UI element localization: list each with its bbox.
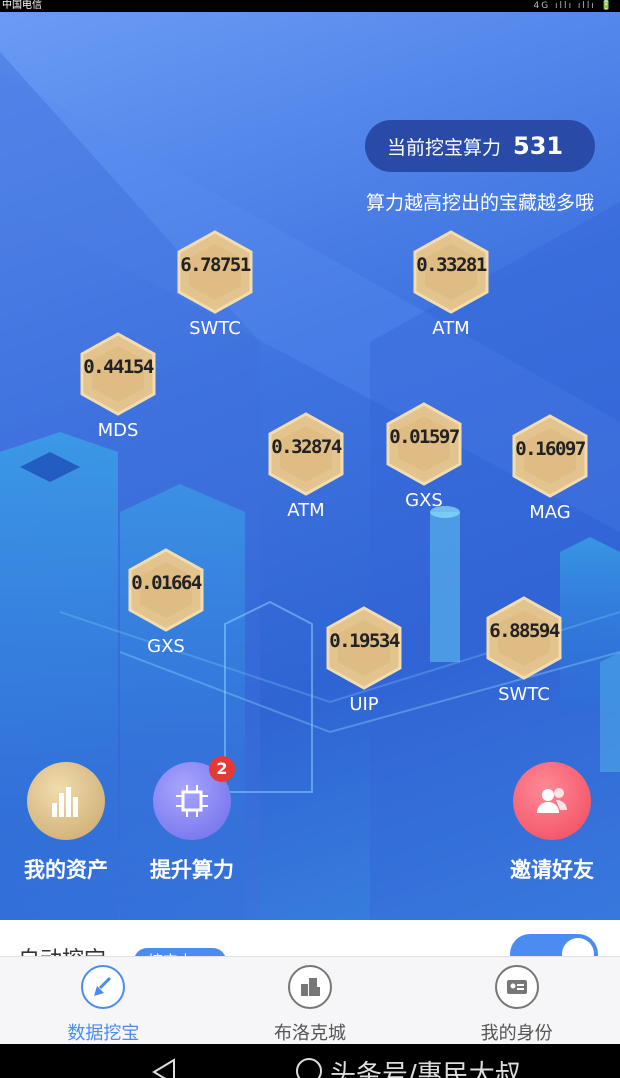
coin-amount: 0.16097 <box>515 438 586 460</box>
coin-swtc[interactable]: 6.78751 SWTC <box>175 230 255 339</box>
coin-name: SWTC <box>498 684 550 705</box>
tab-label: 我的身份 <box>480 1023 553 1044</box>
id-card-icon <box>494 965 539 1009</box>
mining-scene: 当前挖宝算力 531 算力越高挖出的宝藏越多哦 6.78751 SWTC 0.3… <box>0 12 620 920</box>
auto-mining-row: 自动挖宝 挖宝中 <box>0 920 620 960</box>
app-screen: 中国电信 4G ıllı ıllı 🔋 当前挖宝算力 531 算力越高挖出的宝藏… <box>0 0 620 1078</box>
power-hint: 算力越高挖出的宝藏越多哦 <box>365 192 594 214</box>
coin-amount: 6.88594 <box>489 620 560 642</box>
coin-amount: 0.32874 <box>271 436 342 458</box>
users-icon <box>513 762 591 840</box>
home-circle-icon[interactable] <box>296 1058 322 1078</box>
coin-mag[interactable]: 0.16097 MAG <box>510 414 590 523</box>
coin-swtc-2[interactable]: 6.88594 SWTC <box>484 596 564 705</box>
mining-power-pill: 当前挖宝算力 531 <box>365 120 595 172</box>
coin-name: SWTC <box>189 318 241 339</box>
status-icons: 4G ıllı ıllı 🔋 <box>533 1 614 11</box>
boost-power-button[interactable]: 2 提升算力 <box>144 756 240 884</box>
invite-friends-button[interactable]: 邀请好友 <box>504 762 600 884</box>
coin-gxs[interactable]: 0.01597 GXS <box>384 402 464 511</box>
coin-name: MAG <box>529 502 571 523</box>
tab-label: 布洛克城 <box>274 1023 346 1044</box>
mining-power-label: 当前挖宝算力 <box>387 136 502 159</box>
boost-power-label: 提升算力 <box>150 858 234 882</box>
coin-name: MDS <box>97 420 139 441</box>
notification-badge: 2 <box>209 756 235 782</box>
bar-stack-icon <box>27 762 105 840</box>
tab-my-identity[interactable]: 我的身份 <box>413 957 620 1044</box>
city-icon <box>288 965 332 1009</box>
system-nav-bar: 头条号/惠民大叔 <box>0 1044 620 1078</box>
coin-atm-2[interactable]: 0.32874 ATM <box>266 412 346 521</box>
carrier-label: 中国电信 <box>2 0 42 11</box>
coin-uip[interactable]: 0.19534 UIP <box>324 606 404 715</box>
coin-amount: 0.01597 <box>389 426 460 448</box>
shovel-icon <box>81 965 126 1009</box>
coin-name: ATM <box>287 500 325 521</box>
coin-amount: 0.44154 <box>83 356 154 378</box>
coin-mds[interactable]: 0.44154 MDS <box>78 332 158 441</box>
coin-amount: 0.19534 <box>329 630 400 652</box>
coin-name: GXS <box>405 490 443 511</box>
coin-atm[interactable]: 0.33281 ATM <box>411 230 491 339</box>
coin-name: UIP <box>349 694 379 715</box>
status-bar: 中国电信 4G ıllı ıllı 🔋 <box>0 0 620 12</box>
coin-amount: 0.01664 <box>131 572 202 594</box>
tab-label: 数据挖宝 <box>67 1023 140 1044</box>
coin-name: ATM <box>432 318 470 339</box>
coin-amount: 0.33281 <box>416 254 487 276</box>
my-assets-button[interactable]: 我的资产 <box>18 762 114 884</box>
tab-data-mining[interactable]: 数据挖宝 <box>0 957 207 1044</box>
chip-icon: 2 <box>153 756 235 840</box>
coin-gxs-2[interactable]: 0.01664 GXS <box>126 548 206 657</box>
mining-power-value: 531 <box>513 132 564 160</box>
my-assets-label: 我的资产 <box>24 858 108 882</box>
back-triangle-icon[interactable] <box>150 1058 178 1078</box>
invite-friends-label: 邀请好友 <box>510 858 594 882</box>
coin-amount: 6.78751 <box>180 254 251 276</box>
coin-name: GXS <box>147 636 185 657</box>
tab-block-city[interactable]: 布洛克城 <box>207 957 414 1044</box>
bottom-tab-bar: 数据挖宝 布洛克城 我的身份 <box>0 956 620 1044</box>
watermark: 头条号/惠民大叔 <box>330 1060 521 1078</box>
